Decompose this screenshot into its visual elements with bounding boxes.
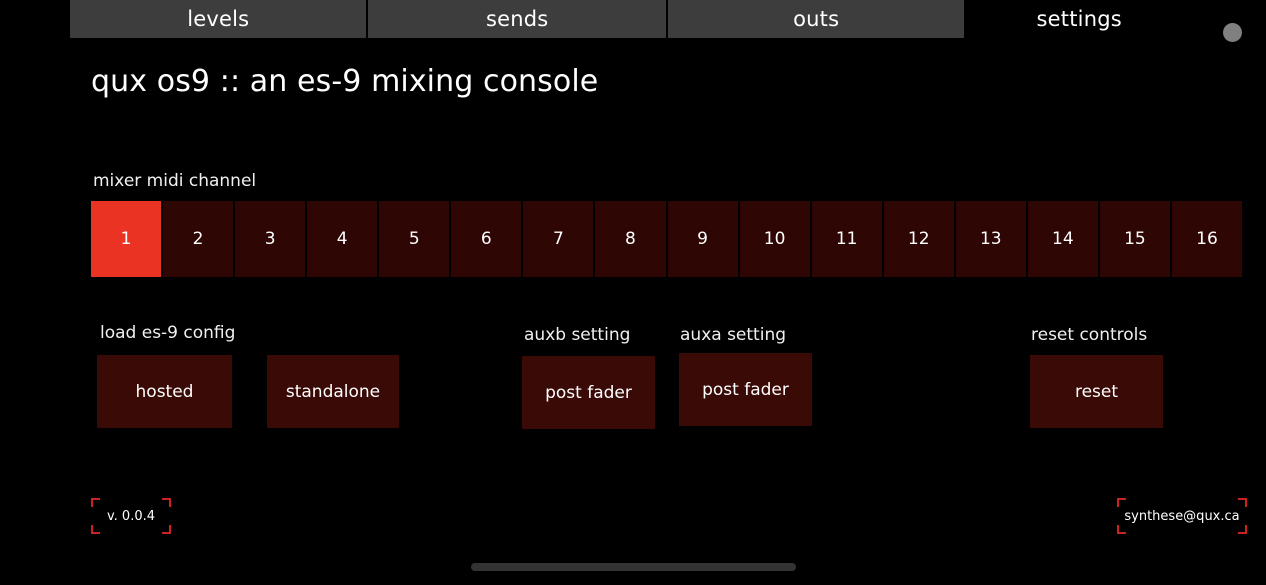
- bracket-bottom-left-icon: [91, 525, 100, 534]
- midi-channel-12[interactable]: 12: [883, 201, 954, 277]
- midi-channel-3[interactable]: 3: [235, 201, 306, 277]
- mixer-midi-channel-selector: 1 2 3 4 5 6 7 8 9 10 11 12 13 14 15 16: [91, 201, 1242, 277]
- tab-levels[interactable]: levels: [70, 0, 367, 38]
- reset-controls-label: reset controls: [1031, 325, 1148, 345]
- midi-channel-11[interactable]: 11: [811, 201, 882, 277]
- version-badge: v. 0.0.4: [91, 498, 171, 534]
- auxa-setting-button[interactable]: post fader: [679, 353, 812, 426]
- midi-channel-4[interactable]: 4: [307, 201, 378, 277]
- midi-channel-9[interactable]: 9: [667, 201, 738, 277]
- version-text: v. 0.0.4: [106, 508, 156, 524]
- load-config-hosted-button[interactable]: hosted: [97, 355, 232, 428]
- auxa-setting-label: auxa setting: [680, 325, 787, 345]
- bracket-bottom-right-icon: [1238, 525, 1247, 534]
- midi-channel-8[interactable]: 8: [595, 201, 666, 277]
- bracket-top-left-icon: [1117, 498, 1126, 507]
- tab-settings[interactable]: settings: [966, 0, 1192, 38]
- midi-channel-13[interactable]: 13: [955, 201, 1026, 277]
- tab-outs[interactable]: outs: [667, 0, 965, 38]
- midi-channel-14[interactable]: 14: [1027, 201, 1098, 277]
- load-config-label: load es-9 config: [100, 323, 236, 343]
- midi-channel-6[interactable]: 6: [451, 201, 522, 277]
- contact-badge[interactable]: synthese@qux.ca: [1117, 498, 1247, 534]
- bracket-bottom-left-icon: [1117, 525, 1126, 534]
- midi-channel-1[interactable]: 1: [91, 201, 162, 277]
- mixer-midi-channel-label: mixer midi channel: [93, 171, 257, 191]
- status-indicator-icon[interactable]: [1223, 23, 1242, 42]
- midi-channel-10[interactable]: 10: [739, 201, 810, 277]
- auxb-setting-button[interactable]: post fader: [522, 356, 655, 429]
- midi-channel-5[interactable]: 5: [379, 201, 450, 277]
- tab-sends[interactable]: sends: [368, 0, 666, 38]
- page-title: qux os9 :: an es-9 mixing console: [91, 64, 599, 99]
- midi-channel-16[interactable]: 16: [1171, 201, 1242, 277]
- horizontal-scroll-handle[interactable]: [471, 563, 796, 571]
- tab-bar: levels sends outs settings: [70, 0, 1192, 38]
- bracket-top-left-icon: [91, 498, 100, 507]
- bracket-top-right-icon: [1238, 498, 1247, 507]
- load-config-standalone-button[interactable]: standalone: [267, 355, 399, 428]
- contact-text: synthese@qux.ca: [1124, 508, 1240, 524]
- midi-channel-2[interactable]: 2: [163, 201, 234, 277]
- bracket-bottom-right-icon: [162, 525, 171, 534]
- reset-button[interactable]: reset: [1030, 355, 1163, 428]
- auxb-setting-label: auxb setting: [524, 325, 631, 345]
- midi-channel-7[interactable]: 7: [523, 201, 594, 277]
- midi-channel-15[interactable]: 15: [1099, 201, 1170, 277]
- bracket-top-right-icon: [162, 498, 171, 507]
